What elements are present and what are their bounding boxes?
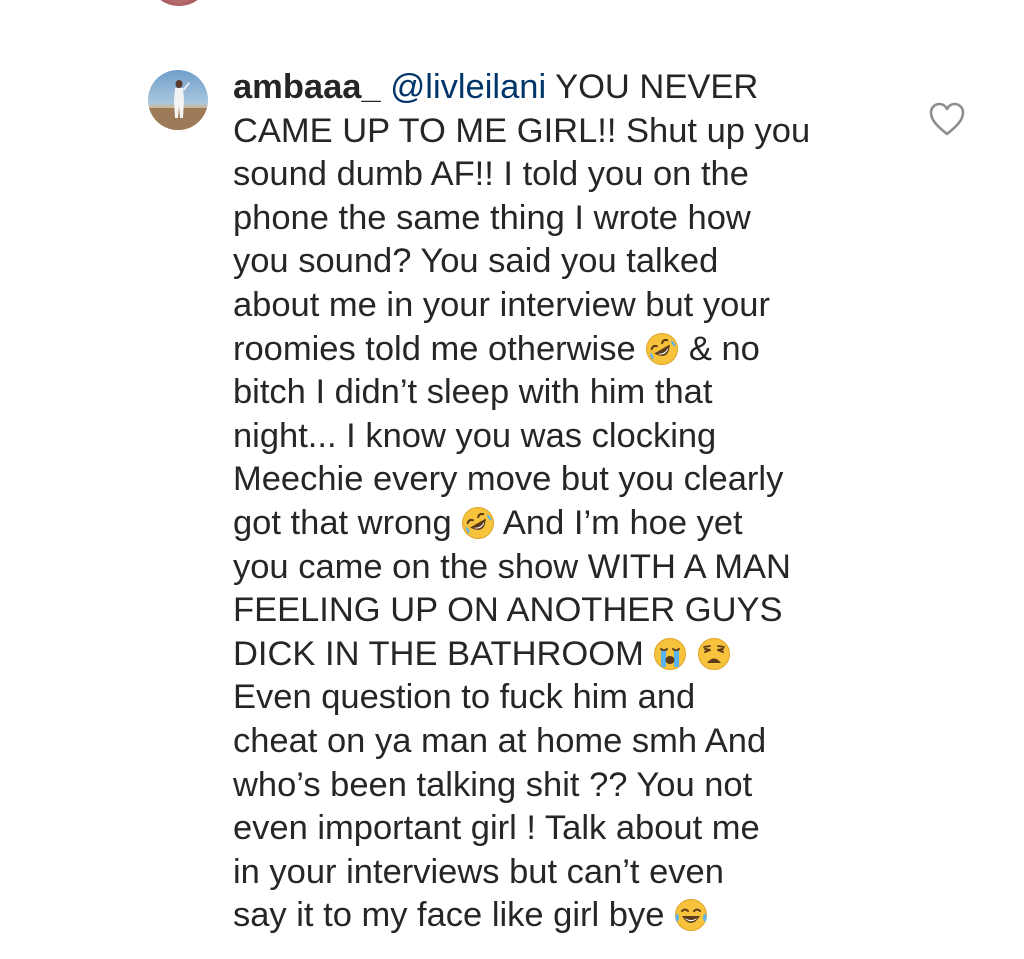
comment-username[interactable]: ambaaa_: [233, 68, 381, 106]
rolling-on-floor-laughing-emoji: [461, 506, 495, 540]
comment-line: even important girl ! Talk about me: [233, 809, 760, 848]
comment-line: say it to my face like girl bye: [233, 894, 883, 938]
comment-line-text: YOU NEVER: [546, 68, 759, 106]
comment-line-text: & no: [688, 329, 760, 368]
comment-line: sound dumb AF!! I told you on the: [233, 155, 749, 194]
comment-line-text: say it to my face like girl bye: [233, 896, 665, 935]
loudly-crying-emoji: [653, 637, 687, 671]
comment-line: DICK IN THE BATHROOM: [233, 633, 883, 677]
comment-line: in your interviews but can’t even: [233, 852, 724, 891]
comment-line: about me in your interview but your: [233, 285, 770, 324]
heart-outline-icon: [928, 101, 966, 137]
comment-line-text: And I’m hoe yet: [502, 503, 743, 542]
comment-line: phone the same thing I wrote how: [233, 198, 751, 237]
comment-mention[interactable]: @livleilani: [390, 68, 546, 106]
comment-line-text: roomies told me otherwise: [233, 329, 636, 368]
comment-line: FEELING UP ON ANOTHER GUYS: [233, 591, 783, 630]
comment-line: cheat on ya man at home smh And: [233, 721, 767, 760]
comment-line: Even question to fuck him and: [233, 678, 696, 717]
rolling-on-floor-laughing-emoji: [645, 332, 679, 366]
like-button[interactable]: [928, 101, 966, 137]
comment-text: ambaaa_ @livleilani YOU NEVER CAME UP TO…: [233, 66, 883, 938]
comment-line: ambaaa_ @livleilani YOU NEVER: [233, 66, 883, 110]
weary-face-emoji: [697, 637, 731, 671]
comment-line-text: got that wrong: [233, 503, 452, 542]
face-with-tears-of-joy-emoji: [674, 898, 708, 932]
comment-line: roomies told me otherwise & no: [233, 328, 883, 372]
comment-line: you came on the show WITH A MAN: [233, 547, 791, 586]
comment-line: CAME UP TO ME GIRL!! Shut up you: [233, 111, 811, 150]
commenter-avatar[interactable]: [148, 70, 208, 130]
comment-line: you sound? You said you talked: [233, 242, 719, 281]
comment: ambaaa_ @livleilani YOU NEVER CAME UP TO…: [0, 0, 1024, 959]
comment-line: who’s been talking shit ?? You not: [233, 765, 753, 804]
comment-line-text: DICK IN THE BATHROOM: [233, 634, 644, 673]
comment-line: bitch I didn’t sleep with him that: [233, 373, 713, 412]
comment-line: night... I know you was clocking: [233, 416, 717, 455]
comment-line: got that wrong And I’m hoe yet: [233, 502, 883, 546]
comment-line: Meechie every move but you clearly: [233, 460, 784, 499]
